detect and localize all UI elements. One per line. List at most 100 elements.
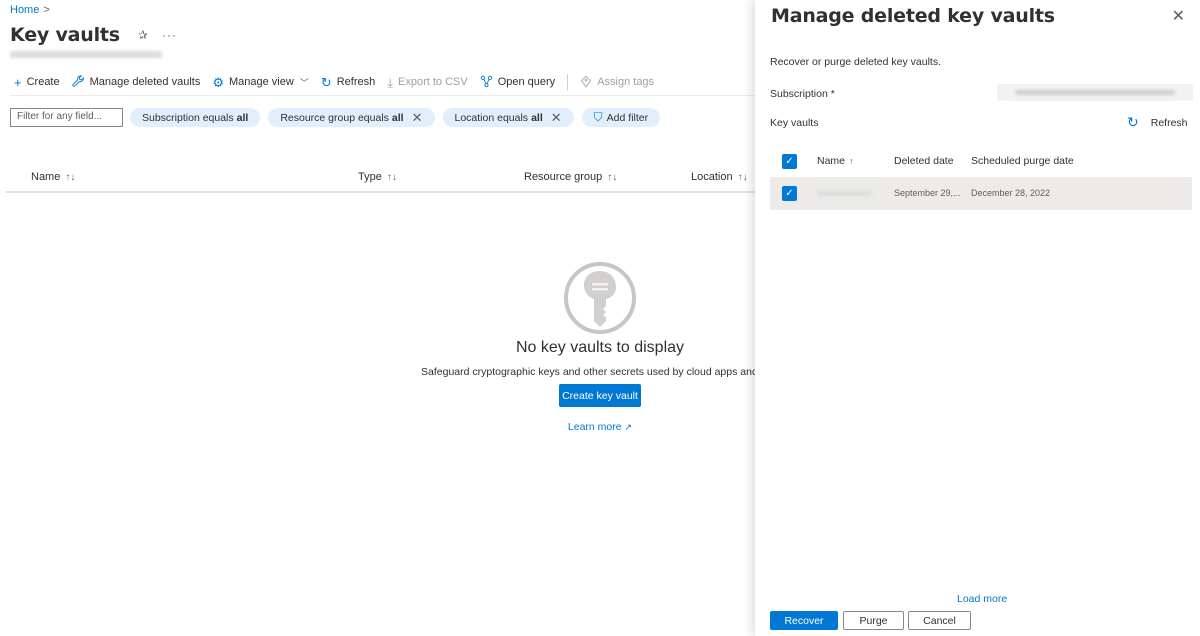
- breadcrumb: Home >: [10, 4, 50, 16]
- breadcrumb-home-link[interactable]: Home: [10, 4, 39, 16]
- subscription-filter-pill[interactable]: Subscription equals all: [130, 108, 261, 127]
- export-csv-button[interactable]: ⤓ Export to CSV: [387, 76, 467, 89]
- purge-button[interactable]: Purge: [843, 611, 904, 630]
- column-header-type-label: Type: [358, 171, 382, 183]
- filter-row: Filter for any field... Subscription equ…: [10, 108, 668, 127]
- deleted-date-cell: September 29,...: [894, 188, 961, 198]
- external-link-icon: ↗: [624, 422, 633, 432]
- recover-button[interactable]: Recover: [770, 611, 838, 630]
- checkmark-icon: ✓: [785, 187, 794, 199]
- resource-group-filter-label: Resource group equals: [280, 111, 389, 124]
- filter-input[interactable]: Filter for any field...: [10, 108, 123, 127]
- blurred-vault-name: [817, 191, 872, 196]
- refresh-icon: ↻: [1127, 114, 1139, 130]
- panel-description: Recover or purge deleted key vaults.: [770, 56, 942, 68]
- row-checkbox[interactable]: ✓: [782, 186, 797, 201]
- subscription-filter-label: Subscription equals: [142, 111, 234, 124]
- subscription-dropdown[interactable]: [997, 84, 1193, 101]
- create-button[interactable]: + Create: [14, 76, 60, 89]
- create-label: Create: [26, 76, 60, 88]
- checkmark-icon: ✓: [785, 155, 794, 167]
- sort-icon: ↑↓: [65, 172, 76, 183]
- grid-column-name-label: Name: [817, 155, 846, 167]
- page-title: Key vaults: [10, 24, 120, 46]
- gear-icon: ⚙: [212, 74, 224, 90]
- blurred-subscription-value: [1015, 90, 1175, 95]
- sort-icon: ↑: [849, 156, 854, 166]
- empty-state-title: No key vaults to display: [515, 339, 685, 356]
- refresh-icon: ↻: [320, 74, 332, 90]
- open-query-button[interactable]: Open query: [480, 75, 555, 90]
- grid-column-purge-date: Scheduled purge date: [971, 155, 1074, 167]
- cancel-button[interactable]: Cancel: [908, 611, 971, 630]
- key-icon: [564, 262, 636, 334]
- sort-icon: ↑↓: [607, 172, 618, 183]
- grid-header-row: ✓ Name ↑ Deleted date Scheduled purge dat…: [770, 146, 1192, 177]
- key-vaults-blade: Home > Key vaults ✰ ··· + Create Manage d…: [0, 0, 760, 636]
- wrench-icon: [72, 74, 85, 90]
- refresh-label: Refresh: [336, 76, 376, 88]
- column-header-name-label: Name: [31, 171, 61, 183]
- close-icon[interactable]: ✕: [1172, 6, 1185, 26]
- add-filter-icon: ⛉: [593, 110, 603, 124]
- grid-column-name[interactable]: Name ↑: [817, 155, 854, 167]
- refresh-button[interactable]: ↻ Refresh: [321, 76, 375, 89]
- query-icon: [480, 75, 493, 90]
- sort-icon: ↑↓: [386, 172, 397, 183]
- column-header-location[interactable]: Location ↑↓: [691, 171, 748, 183]
- manage-view-label: Manage view: [228, 76, 294, 88]
- title-row: Key vaults ✰ ···: [10, 24, 177, 46]
- manage-deleted-vaults-label: Manage deleted vaults: [89, 76, 201, 88]
- key-vaults-label: Key vaults: [770, 117, 819, 129]
- assign-tags-button[interactable]: Assign tags: [580, 75, 654, 90]
- panel-refresh-label: Refresh: [1150, 116, 1188, 129]
- location-filter-label: Location equals: [454, 111, 529, 124]
- create-key-vault-button[interactable]: Create key vault: [559, 384, 641, 407]
- column-header-location-label: Location: [691, 171, 733, 183]
- location-filter-value: all: [531, 111, 543, 124]
- download-icon: ⤓: [387, 74, 393, 90]
- empty-state-description: Safeguard cryptographic keys and other s…: [421, 366, 755, 378]
- pin-icon[interactable]: ✰: [138, 28, 148, 42]
- resource-group-filter-value: all: [391, 111, 404, 124]
- resource-group-filter-pill[interactable]: Resource group equals all ✕: [268, 108, 435, 127]
- select-all-checkbox[interactable]: ✓: [782, 154, 797, 169]
- deleted-vaults-grid: ✓ Name ↑ Deleted date Scheduled purge dat…: [770, 146, 1192, 210]
- command-bar: + Create Manage deleted vaults ⚙ Manage …: [14, 73, 666, 91]
- plus-icon: +: [14, 74, 22, 90]
- table-row[interactable]: ✓ September 29,... December 28, 2022: [770, 177, 1192, 210]
- column-header-type[interactable]: Type ↑↓: [358, 171, 397, 183]
- add-filter-button[interactable]: ⛉ Add filter: [581, 108, 661, 127]
- export-csv-label: Export to CSV: [398, 76, 468, 88]
- panel-title: Manage deleted key vaults: [771, 5, 1055, 27]
- manage-view-button[interactable]: ⚙ Manage view ﹀: [212, 76, 309, 89]
- open-query-label: Open query: [497, 76, 556, 88]
- manage-deleted-key-vaults-panel: Manage deleted key vaults ✕ Recover or p…: [755, 0, 1200, 636]
- panel-refresh-button[interactable]: ↻ Refresh: [1127, 114, 1188, 131]
- manage-deleted-vaults-button[interactable]: Manage deleted vaults: [72, 74, 201, 90]
- column-header-name[interactable]: Name ↑↓: [31, 171, 75, 183]
- breadcrumb-separator: >: [43, 4, 50, 16]
- tag-icon: [580, 75, 592, 90]
- column-header-resource-group-label: Resource group: [524, 171, 603, 183]
- chevron-down-icon: ﹀: [299, 77, 309, 88]
- table-header-divider: [6, 191, 756, 193]
- toolbar-divider-line: [10, 95, 755, 96]
- learn-more-link[interactable]: Learn more ↗: [560, 421, 640, 433]
- blurred-subtitle: [10, 51, 162, 58]
- close-icon[interactable]: ✕: [551, 110, 562, 126]
- assign-tags-label: Assign tags: [597, 76, 655, 88]
- close-icon[interactable]: ✕: [412, 110, 423, 126]
- subscription-filter-value: all: [236, 111, 249, 124]
- learn-more-label: Learn more: [567, 421, 622, 433]
- more-options-icon[interactable]: ···: [162, 28, 177, 42]
- location-filter-pill[interactable]: Location equals all ✕: [442, 108, 574, 127]
- purge-date-cell: December 28, 2022: [971, 188, 1051, 198]
- add-filter-label: Add filter: [606, 111, 649, 124]
- column-header-resource-group[interactable]: Resource group ↑↓: [524, 171, 617, 183]
- subscription-label: Subscription *: [770, 88, 835, 100]
- toolbar-divider: [567, 74, 569, 90]
- grid-column-deleted-date: Deleted date: [894, 155, 954, 167]
- sort-icon: ↑↓: [737, 172, 748, 183]
- load-more-link[interactable]: Load more: [957, 593, 1007, 605]
